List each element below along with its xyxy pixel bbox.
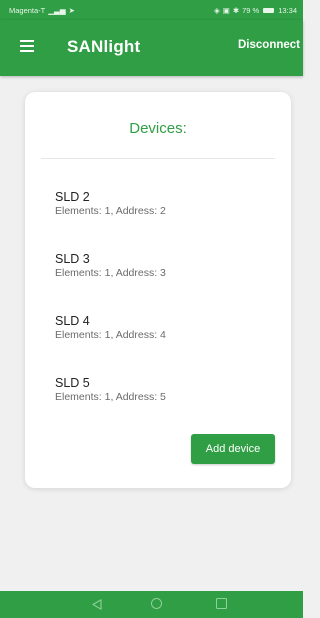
menu-line (20, 50, 34, 52)
app-title: SANlight (67, 37, 141, 56)
clock: 13:34 (278, 5, 297, 15)
device-name: SLD 5 (55, 376, 90, 390)
device-details: Elements: 1, Address: 2 (55, 205, 166, 217)
menu-line (20, 45, 34, 47)
hamburger-menu-icon[interactable] (20, 40, 34, 52)
device-list: SLD 2 Elements: 1, Address: 2 SLD 3 Elem… (55, 190, 275, 438)
carrier-name: Magenta-T (9, 5, 46, 15)
device-details: Elements: 1, Address: 5 (55, 391, 166, 403)
device-name: SLD 4 (55, 314, 90, 328)
device-details: Elements: 1, Address: 3 (55, 267, 166, 279)
device-item-sld-5[interactable]: SLD 5 Elements: 1, Address: 5 (55, 376, 275, 438)
disconnect-button[interactable]: Disconnect (238, 39, 300, 51)
app-screen: Magenta-T ▁▃▅ ➤ ◈ ▣ ✱ 79 % 13:34 SANligh… (0, 0, 303, 618)
bluetooth-icon: ✱ (232, 5, 240, 15)
device-item-sld-3[interactable]: SLD 3 Elements: 1, Address: 3 (55, 252, 275, 314)
device-name: SLD 3 (55, 252, 90, 266)
card-title: Devices: (129, 120, 187, 137)
device-details: Elements: 1, Address: 4 (55, 329, 166, 341)
location-icon: ➤ (68, 5, 75, 15)
device-item-sld-2[interactable]: SLD 2 Elements: 1, Address: 2 (55, 190, 275, 252)
battery-percent: 79 % (242, 5, 260, 15)
battery-icon (263, 7, 275, 13)
app-bar: SANlight Disconnect (0, 20, 303, 76)
signal-icon: ▁▃▅ (48, 5, 66, 15)
vibrate-icon: ◈ (213, 5, 220, 15)
add-device-button[interactable]: Add device (191, 434, 275, 464)
status-left: Magenta-T ▁▃▅ ➤ (9, 6, 75, 15)
status-right: ◈ ▣ ✱ 79 % 13:34 (214, 6, 297, 15)
nfc-icon: ▣ (222, 5, 230, 15)
device-item-sld-4[interactable]: SLD 4 Elements: 1, Address: 4 (55, 314, 275, 376)
recents-icon[interactable] (216, 598, 227, 609)
status-bar: Magenta-T ▁▃▅ ➤ ◈ ▣ ✱ 79 % 13:34 (0, 0, 303, 20)
device-name: SLD 2 (55, 190, 90, 204)
home-icon[interactable] (151, 598, 162, 609)
divider (41, 158, 275, 159)
navigation-bar (0, 591, 303, 618)
devices-card: Devices: SLD 2 Elements: 1, Address: 2 S… (25, 92, 291, 488)
menu-line (20, 40, 34, 42)
back-icon[interactable] (92, 599, 102, 610)
